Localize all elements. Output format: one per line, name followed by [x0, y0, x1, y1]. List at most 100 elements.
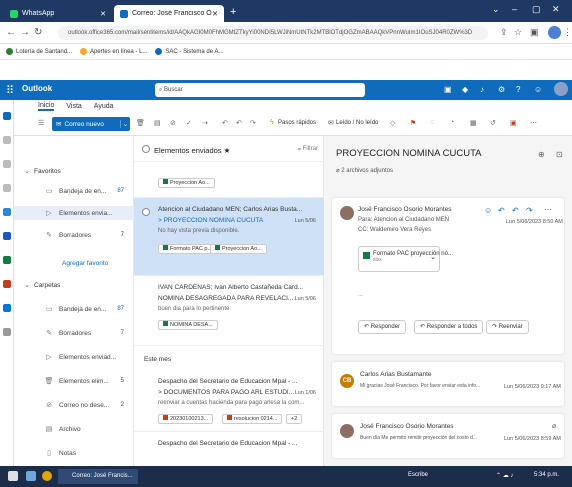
more-apps-icon[interactable] [3, 328, 11, 336]
excel-icon[interactable] [3, 256, 11, 264]
read-unread-button[interactable]: Leído / No leído [336, 120, 378, 126]
bookmark-item[interactable]: SAC - Sistema de A... [155, 47, 223, 55]
group-header[interactable]: Este mes [144, 356, 171, 363]
mail-icon[interactable] [3, 112, 11, 120]
more-attachments-chip[interactable]: +2 [286, 414, 303, 424]
pin-icon[interactable]: ◌ [430, 119, 434, 126]
archive-icon[interactable]: ▤ [154, 119, 161, 127]
folder-deleted[interactable]: 🗑 Elementos elim... 5 [14, 374, 134, 388]
chevron-down-icon[interactable]: ⌄ [24, 281, 30, 289]
star-icon[interactable]: ★ [224, 146, 231, 155]
bookmark-item[interactable]: Lotería de Santand... [6, 47, 72, 55]
reply-all-button[interactable]: ↶ Responder a todos [414, 320, 484, 334]
minimize-icon[interactable]: – [512, 4, 517, 14]
word-icon[interactable] [3, 232, 11, 240]
back-icon[interactable]: ← [6, 27, 16, 38]
tab-inicio[interactable]: Inicio [38, 102, 55, 111]
tab-whatsapp[interactable]: WhatsApp ✕ [4, 5, 112, 22]
extensions-icon[interactable]: ▣ [530, 27, 539, 38]
attachment-chip[interactable]: NOMINA DESA... [158, 320, 218, 330]
attachment-chip[interactable]: Proyeccion Ao... [158, 178, 215, 188]
calendar-icon[interactable] [3, 136, 11, 144]
undo-icon[interactable]: ↺ [490, 119, 496, 127]
taskbar-search[interactable]: Escribe [408, 472, 428, 478]
new-mail-button[interactable]: ✉ Correo nuevo ⌄ [52, 117, 130, 131]
chevron-down-icon[interactable]: ⌄ [430, 253, 436, 261]
windows-start-icon[interactable] [8, 471, 18, 481]
list-item[interactable]: Despacho del Secretario de Educacion Mpa… [134, 432, 324, 466]
profile-avatar[interactable] [548, 26, 561, 39]
message-card[interactable]: José Francisco Osorio Morantes Buen día … [332, 414, 564, 458]
feedback-icon[interactable]: ☺ [534, 85, 542, 94]
attachment-chip[interactable]: resolucion 0214... [222, 414, 283, 424]
avatar[interactable] [340, 206, 354, 220]
reply-all-icon[interactable]: ↶ [236, 119, 242, 127]
folder-archive[interactable]: ▤ Archivo [14, 422, 134, 436]
new-tab-button[interactable]: + [230, 6, 236, 18]
list-item-selected[interactable]: Atencion al Ciudadano MEN; Carlos Arias … [134, 198, 324, 276]
people-icon[interactable] [3, 160, 11, 168]
message-card[interactable]: José Francisco Osorio Morantes Para: Ate… [332, 198, 564, 354]
search-input[interactable]: ⌕ Buscar [155, 83, 365, 97]
popout-icon[interactable]: ⊡ [556, 150, 563, 159]
add-favorite-link[interactable]: Agregar favorito [62, 260, 108, 267]
attachment-chip[interactable]: 20230100213... [158, 414, 214, 424]
folders-header[interactable]: Carpetas [34, 282, 60, 289]
list-item[interactable]: Despacho del Secretario de Educacion Mpa… [134, 370, 324, 432]
favorites-header[interactable]: Favoritos [34, 168, 61, 175]
menu-icon[interactable]: ⋮ [563, 27, 572, 38]
notifications-icon[interactable]: ♪ [480, 85, 484, 94]
delete-icon[interactable]: 🗑 [136, 119, 145, 127]
tab-outlook[interactable]: Correo: José Francisco Osorio M ✕ [114, 5, 224, 22]
report-icon[interactable]: ⊘ [170, 119, 176, 127]
move-icon[interactable]: ⇢ [202, 119, 208, 127]
hamburger-icon[interactable]: ☰ [38, 119, 44, 127]
chevron-down-icon[interactable]: ⌄ [120, 120, 130, 128]
onedrive-icon[interactable] [3, 304, 11, 312]
tray-icons[interactable]: ⌃ ☁ ♪ [496, 472, 513, 479]
avatar[interactable]: CB [340, 374, 354, 388]
folder-junk[interactable]: ⊘ Correo no dese... 2 [14, 398, 134, 412]
tab-ayuda[interactable]: Ayuda [94, 103, 114, 110]
more-options-icon[interactable]: ⋯ [544, 205, 552, 214]
folder-inbox-favorite[interactable]: ▭ Bandeja de en... 87 [14, 184, 134, 198]
reaction-icon[interactable]: ☺ [484, 206, 492, 215]
reply-icon[interactable]: ↶ [498, 206, 505, 215]
star-icon[interactable]: ☆ [514, 27, 522, 38]
reply-icon[interactable]: ↶ [222, 119, 228, 127]
account-avatar[interactable] [554, 82, 568, 96]
forward-icon[interactable]: ↷ [526, 206, 533, 215]
meet-now-icon[interactable]: ▣ [444, 85, 452, 94]
tab-vista[interactable]: Vista [66, 103, 81, 110]
sender-name[interactable]: José Francisco Osorio Morantes [360, 423, 454, 430]
close-window-icon[interactable]: ✕ [552, 4, 560, 15]
url-field[interactable]: outlook.office365.com/mail/sentitems/id/… [58, 26, 488, 40]
folder-inbox[interactable]: ▭ Bandeja de en... 87 [14, 302, 134, 316]
attachment-card[interactable]: Formato PAC proyección nó... xlsx ⌄ [358, 246, 453, 272]
share-icon[interactable]: ⇪ [500, 27, 508, 38]
categorize-icon[interactable]: ▦ [470, 119, 477, 127]
taskbar-active-window[interactable]: Correo: José Francis... [58, 469, 138, 484]
teams-icon[interactable]: ◆ [462, 85, 468, 94]
list-item[interactable]: IVAN CARDENAS; Ivan Alberto Castañeda Ca… [134, 276, 324, 346]
help-icon[interactable]: ? [516, 85, 520, 94]
todo-icon[interactable] [3, 208, 11, 216]
folder-drafts-favorite[interactable]: ✎ Borradores 7 [14, 228, 134, 242]
more-options-icon[interactable]: ⋯ [530, 119, 537, 127]
select-all-checkbox[interactable] [142, 145, 150, 153]
zoom-icon[interactable]: ⊕ [538, 150, 545, 159]
folder-sent[interactable]: ▷ Elementos enviad... [14, 350, 134, 364]
forward-button[interactable]: ↷ Reenviar [486, 320, 529, 334]
attachments-summary[interactable]: ⌀ 2 archivos adjuntos [336, 167, 393, 174]
powerpoint-icon[interactable] [3, 280, 11, 288]
forward-icon[interactable]: → [20, 27, 30, 38]
sender-name[interactable]: José Francisco Osorio Morantes [358, 206, 452, 213]
flag-icon[interactable]: ⚑ [410, 119, 416, 127]
maximize-icon[interactable]: ▢ [532, 4, 541, 15]
avatar[interactable] [340, 424, 354, 438]
chevron-down-icon[interactable]: ⌄ [24, 167, 30, 175]
app-launcher-icon[interactable]: ⠿ [6, 84, 14, 97]
sweep-icon[interactable]: ✓ [186, 119, 192, 127]
clock[interactable]: 5:34 p.m. [534, 472, 559, 478]
reload-icon[interactable]: ↻ [34, 27, 42, 38]
